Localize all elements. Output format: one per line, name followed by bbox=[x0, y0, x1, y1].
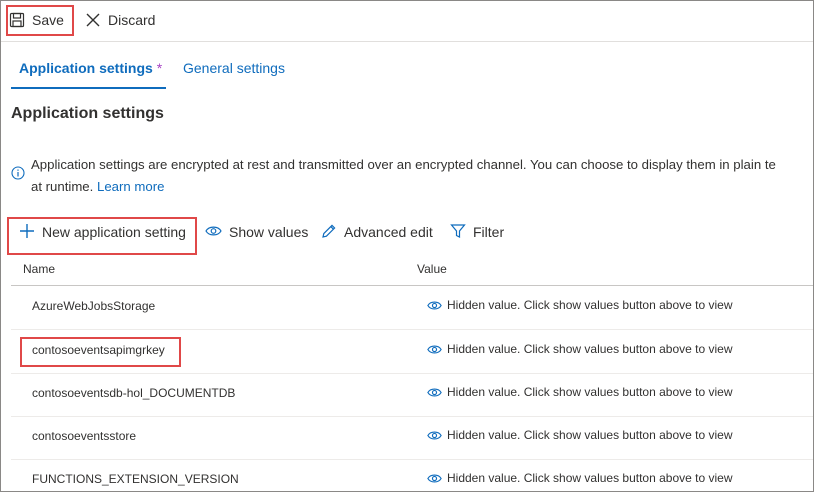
setting-name[interactable]: contosoeventsstore bbox=[32, 429, 136, 443]
tab-application-settings[interactable]: Application settings * bbox=[19, 58, 162, 78]
advanced-edit-button[interactable]: Advanced edit bbox=[321, 221, 433, 243]
table-row[interactable]: contosoeventsdb-hol_DOCUMENTDB Hidden va… bbox=[11, 373, 813, 417]
advanced-edit-label: Advanced edit bbox=[344, 224, 433, 240]
app-settings-panel: Save Discard Application settings * Gener… bbox=[0, 0, 814, 492]
column-header-name[interactable]: Name bbox=[23, 262, 55, 276]
setting-name[interactable]: FUNCTIONS_EXTENSION_VERSION bbox=[32, 472, 239, 486]
column-header-value[interactable]: Value bbox=[417, 262, 447, 276]
tab-label: General settings bbox=[183, 60, 285, 76]
tab-label: Application settings bbox=[19, 60, 153, 76]
setting-name[interactable]: contosoeventsapimgrkey bbox=[32, 343, 165, 357]
hidden-value-text: Hidden value. Click show values button a… bbox=[447, 428, 733, 442]
eye-icon bbox=[427, 300, 442, 310]
eye-icon bbox=[427, 473, 442, 483]
info-icon bbox=[11, 166, 25, 185]
filter-icon bbox=[450, 223, 466, 242]
save-button[interactable]: Save bbox=[9, 7, 71, 33]
info-message: Application settings are encrypted at re… bbox=[31, 154, 813, 198]
pencil-icon bbox=[321, 223, 337, 242]
save-label: Save bbox=[32, 12, 64, 28]
setting-value: Hidden value. Click show values button a… bbox=[427, 428, 733, 442]
eye-icon bbox=[427, 430, 442, 440]
plus-icon bbox=[19, 223, 35, 242]
filter-button[interactable]: Filter bbox=[450, 221, 504, 243]
setting-value: Hidden value. Click show values button a… bbox=[427, 342, 733, 356]
modified-marker: * bbox=[156, 60, 163, 76]
discard-button[interactable]: Discard bbox=[85, 7, 155, 33]
hidden-value-text: Hidden value. Click show values button a… bbox=[447, 385, 733, 399]
hidden-value-text: Hidden value. Click show values button a… bbox=[447, 342, 733, 356]
table-row[interactable]: contosoeventsstore Hidden value. Click s… bbox=[11, 416, 813, 460]
show-values-button[interactable]: Show values bbox=[205, 221, 308, 243]
info-text-line1: Application settings are encrypted at re… bbox=[31, 157, 776, 172]
tab-general-settings[interactable]: General settings bbox=[183, 58, 285, 78]
setting-name[interactable]: AzureWebJobsStorage bbox=[32, 299, 155, 313]
setting-value: Hidden value. Click show values button a… bbox=[427, 471, 733, 485]
info-text-prefix: at runtime. bbox=[31, 179, 94, 194]
setting-value: Hidden value. Click show values button a… bbox=[427, 385, 733, 399]
close-icon bbox=[85, 12, 101, 28]
setting-value: Hidden value. Click show values button a… bbox=[427, 298, 733, 312]
discard-label: Discard bbox=[108, 12, 156, 28]
show-values-label: Show values bbox=[229, 224, 309, 240]
table-row[interactable]: FUNCTIONS_EXTENSION_VERSION Hidden value… bbox=[11, 459, 813, 491]
setting-name[interactable]: contosoeventsdb-hol_DOCUMENTDB bbox=[32, 386, 235, 400]
save-icon bbox=[9, 12, 25, 28]
filter-label: Filter bbox=[473, 224, 505, 240]
section-title: Application settings bbox=[11, 105, 164, 122]
table-row[interactable]: contosoeventsapimgrkey Hidden value. Cli… bbox=[11, 330, 813, 374]
active-tab-indicator bbox=[11, 87, 166, 89]
info-text-line2: at runtime. Learn more bbox=[31, 176, 813, 198]
new-application-setting-button[interactable]: New application setting bbox=[19, 221, 186, 243]
command-bar: Save Discard bbox=[1, 1, 813, 42]
hidden-value-text: Hidden value. Click show values button a… bbox=[447, 298, 733, 312]
new-setting-label: New application setting bbox=[42, 224, 186, 240]
hidden-value-text: Hidden value. Click show values button a… bbox=[447, 471, 733, 485]
learn-more-link[interactable]: Learn more bbox=[97, 179, 164, 194]
eye-icon bbox=[427, 344, 442, 354]
table-row[interactable]: AzureWebJobsStorage Hidden value. Click … bbox=[11, 286, 813, 330]
eye-icon bbox=[205, 224, 222, 240]
eye-icon bbox=[427, 387, 442, 397]
